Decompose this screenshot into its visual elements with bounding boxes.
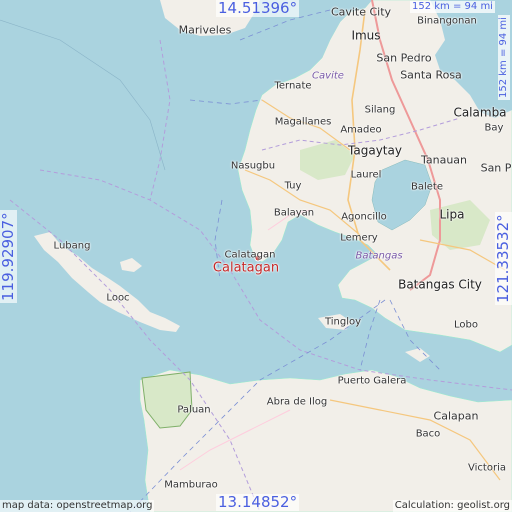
place-magallanes: Magallanes xyxy=(274,116,332,128)
place-bay: Bay xyxy=(484,122,504,134)
coord-top: 14.51396° xyxy=(216,0,300,17)
place-calamba: Calamba xyxy=(453,105,507,120)
place-cavite-city: Cavite City xyxy=(330,5,392,19)
place-mamburao: Mamburao xyxy=(164,479,218,491)
place-laurel: Laurel xyxy=(350,169,382,181)
place-tingloy: Tingloy xyxy=(324,316,362,328)
credit-map-data: map data: openstreetmap.org xyxy=(0,500,155,512)
place-binangonan: Binangonan xyxy=(417,15,477,27)
place-nasugbu: Nasugbu xyxy=(230,160,276,172)
place-imus: Imus xyxy=(351,28,381,43)
credit-calculation: Calculation: geolist.org xyxy=(392,500,512,512)
scale-top: 152 km = 94 mi xyxy=(410,1,495,13)
place-ternate: Ternate xyxy=(274,80,312,92)
place-paluan: Paluan xyxy=(177,404,211,416)
place-mariveles: Mariveles xyxy=(178,23,232,37)
scale-right: 152 km = 94 mi xyxy=(498,15,510,100)
place-victoria: Victoria xyxy=(468,462,506,474)
marker-label: Calatagan xyxy=(212,260,280,276)
place-tagaytay: Tagaytay xyxy=(348,143,402,158)
place-cavite-province: Cavite xyxy=(312,70,344,82)
map-view[interactable]: Mariveles Cavite City Binangonan Imus Sa… xyxy=(0,0,512,512)
place-baco: Baco xyxy=(415,428,441,440)
place-batangas-province: Batangas xyxy=(355,250,403,262)
place-puerto-galera: Puerto Galera xyxy=(337,375,407,387)
coord-right: 121.33532° xyxy=(494,212,512,305)
place-tanauan: Tanauan xyxy=(420,153,468,167)
place-tuy: Tuy xyxy=(284,180,302,192)
place-balayan: Balayan xyxy=(273,207,315,219)
place-lubang: Lubang xyxy=(53,240,91,252)
place-lobo: Lobo xyxy=(454,319,478,331)
place-santa-rosa: Santa Rosa xyxy=(400,68,462,82)
place-silang: Silang xyxy=(364,104,396,116)
place-lipa: Lipa xyxy=(439,207,465,222)
place-lemery: Lemery xyxy=(340,232,378,244)
place-san-pedro: San Pedro xyxy=(376,51,432,65)
place-amadeo: Amadeo xyxy=(340,124,382,136)
place-calatagan-town: Calatagan xyxy=(224,249,276,261)
place-batangas-city: Batangas City xyxy=(398,277,482,292)
place-san-pablo: San P xyxy=(480,161,512,175)
place-calapan: Calapan xyxy=(433,409,479,423)
place-looc: Looc xyxy=(106,292,130,304)
place-balete: Balete xyxy=(411,181,443,193)
coord-left: 119.92907° xyxy=(0,210,17,303)
place-abra-de-ilog: Abra de Ilog xyxy=(266,396,328,408)
coord-bottom: 13.14852° xyxy=(216,493,300,511)
place-agoncillo: Agoncillo xyxy=(341,211,387,223)
